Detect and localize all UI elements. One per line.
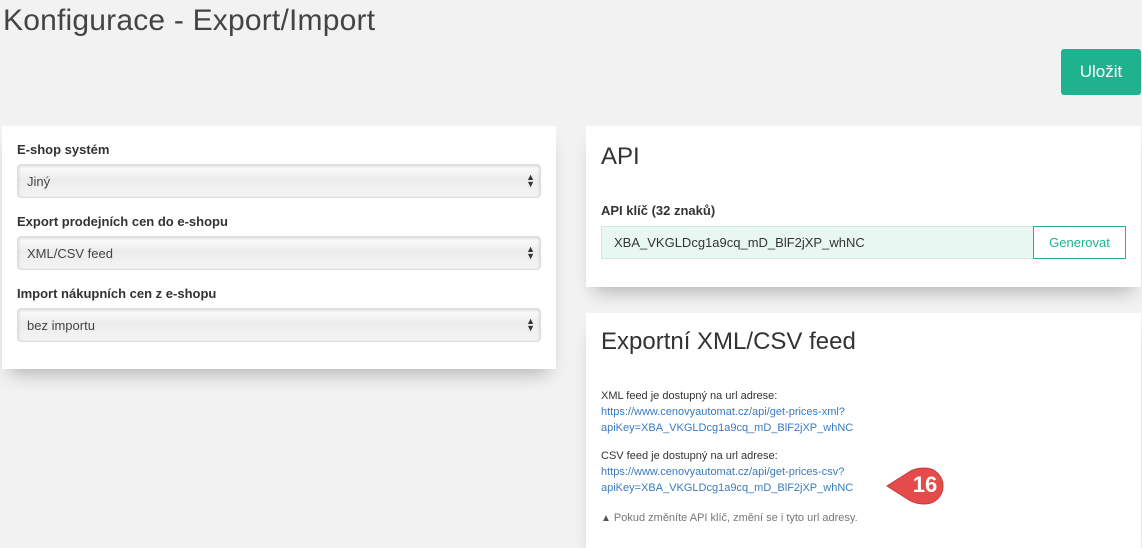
eshop-settings-card: E-shop systém Jiný ▲ ▼ Export prodejních … <box>2 126 556 369</box>
step-badge-number: 16 <box>912 472 938 497</box>
eshop-system-label: E-shop systém <box>17 142 110 157</box>
import-prices-value: bez importu <box>27 318 95 333</box>
csv-feed-url-line-1[interactable]: https://www.cenovyautomat.cz/api/get-pri… <box>601 464 853 480</box>
eshop-system-value: Jiný <box>27 174 51 189</box>
page-title: Konfigurace - Export/Import <box>3 4 376 37</box>
feed-card: Exportní XML/CSV feed XML feed je dostup… <box>586 313 1141 548</box>
select-arrows-icon: ▲ ▼ <box>526 244 535 261</box>
import-prices-field: Import nákupních cen z e-shopu bez impor… <box>17 286 541 342</box>
xml-feed-block: XML feed je dostupný na url adrese: http… <box>601 388 853 436</box>
warning-icon: ▲ <box>601 513 611 524</box>
eshop-system-select[interactable]: Jiný ▲ ▼ <box>17 164 541 198</box>
select-arrows-icon: ▲ ▼ <box>526 172 535 189</box>
feed-title: Exportní XML/CSV feed <box>601 328 856 355</box>
xml-feed-url-line-2[interactable]: apiKey=XBA_VKGLDcg1a9cq_mD_BlF2jXP_whNC <box>601 420 853 436</box>
csv-feed-url-line-2[interactable]: apiKey=XBA_VKGLDcg1a9cq_mD_BlF2jXP_whNC <box>601 480 853 496</box>
generate-button[interactable]: Generovat <box>1033 226 1126 259</box>
export-prices-value: XML/CSV feed <box>27 246 113 261</box>
api-key-input[interactable]: XBA_VKGLDcg1a9cq_mD_BlF2jXP_whNC <box>601 226 1034 259</box>
export-prices-select[interactable]: XML/CSV feed ▲ ▼ <box>17 236 541 270</box>
save-button[interactable]: Uložit <box>1061 49 1141 95</box>
export-prices-label: Export prodejních cen do e-shopu <box>17 214 228 229</box>
csv-feed-block: CSV feed je dostupný na url adrese: http… <box>601 448 853 496</box>
select-arrows-icon: ▲ ▼ <box>526 316 535 333</box>
eshop-system-field: E-shop systém Jiný ▲ ▼ <box>17 142 541 198</box>
xml-feed-text: XML feed je dostupný na url adrese: <box>601 390 778 402</box>
feed-note: ▲ Pokud změníte API klíč, změní se i tyto… <box>601 512 858 524</box>
csv-feed-text: CSV feed je dostupný na url adrese: <box>601 450 778 462</box>
api-title: API <box>601 143 640 170</box>
api-card: API API klíč (32 znaků) XBA_VKGLDcg1a9cq… <box>586 126 1141 287</box>
step-badge: 16 <box>885 466 951 506</box>
export-prices-field: Export prodejních cen do e-shopu XML/CSV… <box>17 214 541 270</box>
api-key-label: API klíč (32 znaků) <box>601 203 716 218</box>
xml-feed-url-line-1[interactable]: https://www.cenovyautomat.cz/api/get-pri… <box>601 404 853 420</box>
import-prices-select[interactable]: bez importu ▲ ▼ <box>17 308 541 342</box>
feed-note-text: Pokud změníte API klíč, změní se i tyto … <box>613 512 858 524</box>
import-prices-label: Import nákupních cen z e-shopu <box>17 286 217 301</box>
